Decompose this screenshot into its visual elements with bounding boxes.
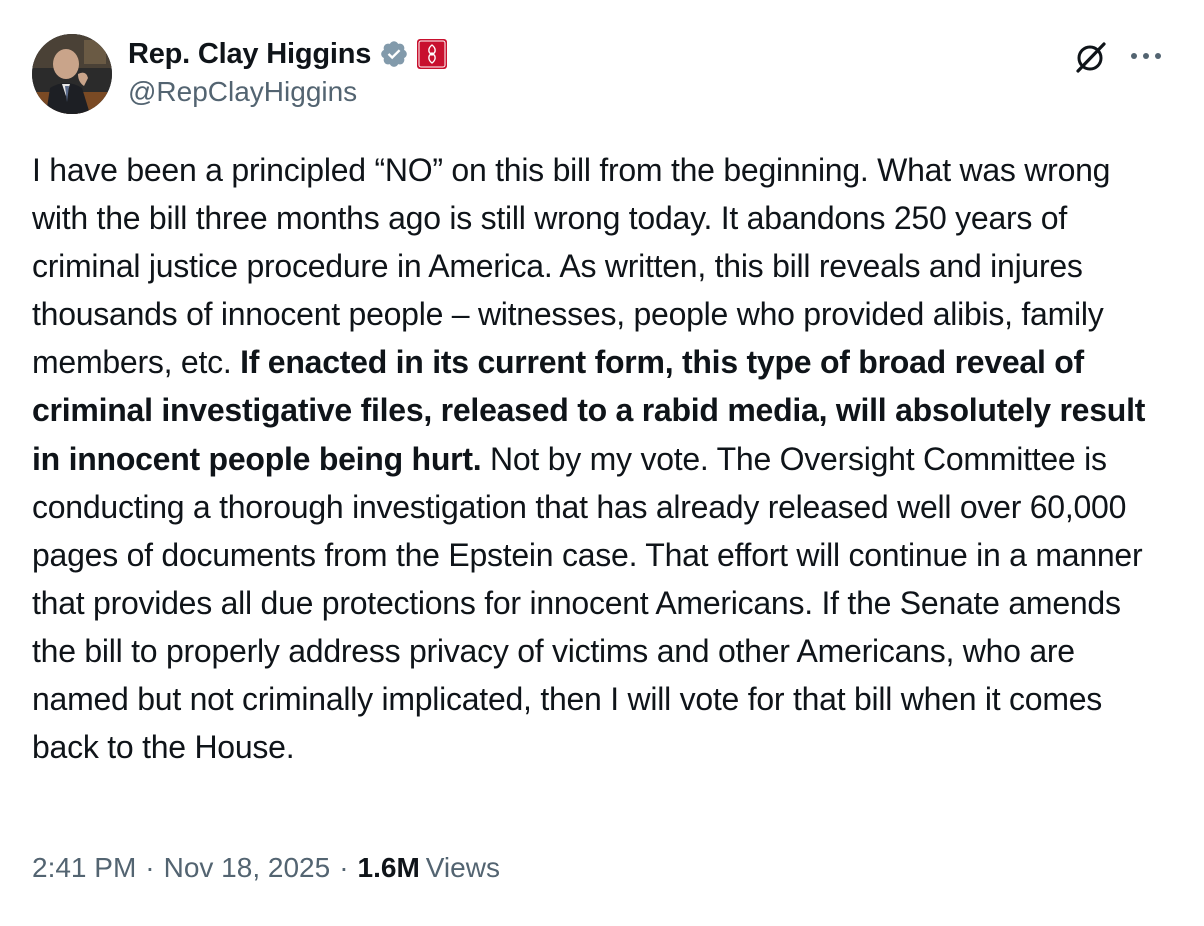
verified-badge-icon[interactable] (379, 39, 409, 69)
meta-separator: · (145, 852, 155, 883)
tweet-time[interactable]: 2:41 PM (32, 852, 136, 884)
grok-icon[interactable] (1070, 36, 1112, 78)
more-options-icon[interactable] (1126, 36, 1166, 76)
tweet-text: I have been a principled “NO” on this bi… (32, 146, 1172, 771)
views-count[interactable]: 1.6M (358, 852, 420, 884)
display-name[interactable]: Rep. Clay Higgins (128, 38, 371, 71)
avatar[interactable] (32, 34, 112, 114)
tweet-date[interactable]: Nov 18, 2025 (164, 852, 331, 884)
author-name-row: Rep. Clay Higgins (128, 36, 448, 72)
views-label[interactable]: Views (426, 852, 500, 884)
tweet-card: Rep. Clay Higgins @RepClayHiggins I have… (0, 0, 1204, 926)
avatar-photo (32, 34, 112, 114)
tweet-meta-row: 2:41 PM · Nov 18, 2025 · 1.6M Views (32, 852, 500, 884)
author-handle[interactable]: @RepClayHiggins (128, 76, 357, 108)
tweet-text-part3: Not by my vote. The Oversight Committee … (32, 440, 1143, 766)
us-house-affiliation-icon[interactable] (417, 39, 448, 69)
meta-separator: · (339, 852, 349, 883)
